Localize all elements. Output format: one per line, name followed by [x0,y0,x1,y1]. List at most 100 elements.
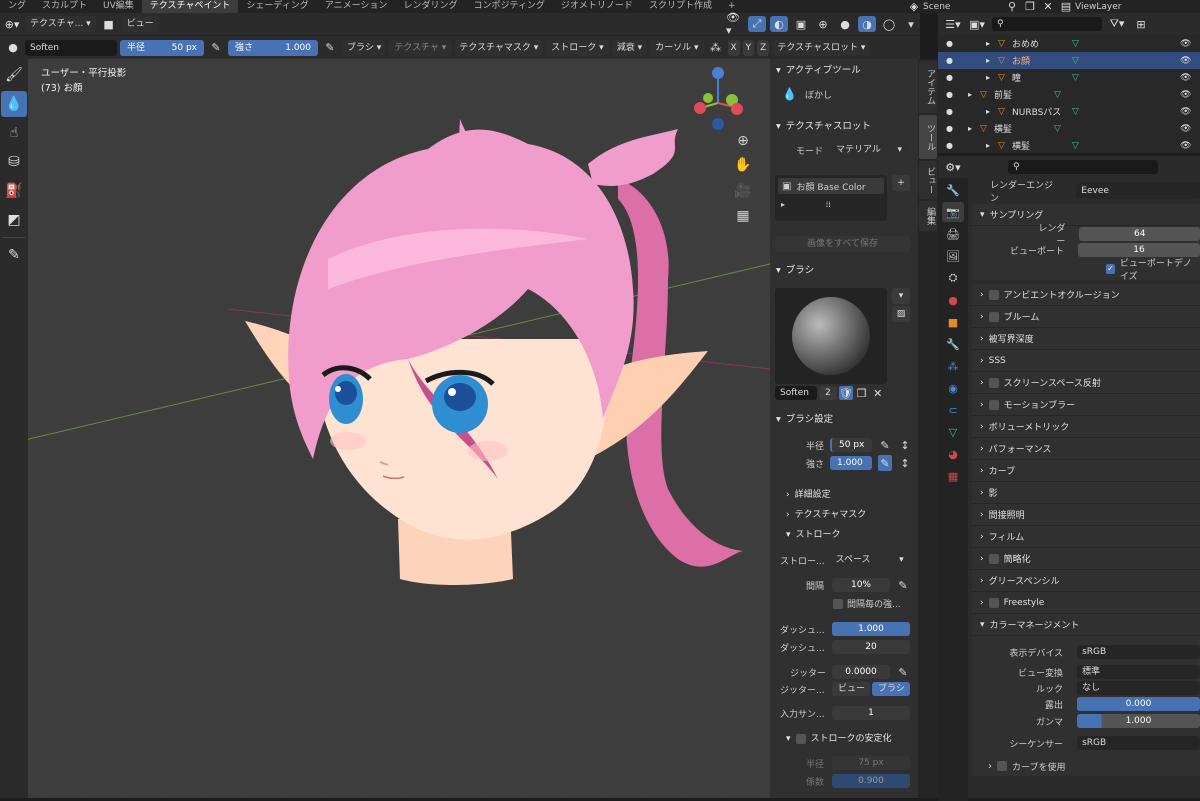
strength-slider[interactable]: 強さ 1.000 [228,39,318,56]
overlay-icon[interactable]: ◐ [770,16,788,32]
strength-pressure-icon[interactable]: ✎ [321,40,339,56]
property-section-header[interactable]: › アンビエントオクルージョン [972,284,1200,306]
brush-browse-button[interactable]: ▾ [892,288,910,304]
texture-slots-header[interactable]: ▾ テクスチャスロット [770,115,918,139]
brush-preview[interactable] [775,288,887,384]
object-props-icon[interactable]: ■ [942,312,964,332]
brush-name-panel[interactable]: Soften [775,386,817,400]
expand-arrow-icon[interactable]: ▸ [986,141,990,150]
save-all-images-button[interactable]: 画像をすべて保存 [775,236,910,252]
outliner-search[interactable]: ⚲ [992,17,1102,31]
texture-slot-list[interactable]: ▣ お顔 Base Color ▸ ⁞⁞ [775,175,887,221]
section-checkbox[interactable] [988,399,999,410]
brush-image-button[interactable]: ▨ [892,306,910,322]
spacing-pressure-icon[interactable]: ✎ [896,577,910,593]
color-management-header[interactable]: ▾ カラーマネージメント [972,614,1200,636]
properties-type-icon[interactable]: ⚙▾ [944,159,962,175]
scene-props-icon[interactable]: ⛭ [942,268,964,288]
strength-unit-icon[interactable]: ↕ [898,455,912,471]
workspace-tab[interactable]: ジオメトリノード [553,0,641,13]
property-section-header[interactable]: › SSS [972,350,1200,372]
mode-dropdown[interactable]: テクスチャ... ▾ [25,16,96,32]
radius-pressure-panel-icon[interactable]: ✎ [878,437,892,453]
material-props-icon[interactable]: ◕ [942,444,964,464]
mode-dropdown-panel[interactable]: マテリアル ▾ [831,142,908,158]
camera-icon[interactable]: 🎥 [732,183,754,205]
jitter-pressure-icon[interactable]: ✎ [896,664,910,680]
section-checkbox[interactable] [988,597,999,608]
constraints-props-icon[interactable]: ⊂ [942,400,964,420]
eye-icon[interactable]: 👁 [1180,73,1191,83]
view-menu[interactable]: ビュー [121,16,159,32]
stroke-method-dropdown[interactable]: スペース ▾ [830,553,909,567]
expand-arrow-icon[interactable]: ▸ [986,39,990,48]
view-layer-props-icon[interactable]: 🖼 [942,246,964,266]
visibility-icon[interactable]: 👁▾ [726,11,744,37]
axis-z-button[interactable]: Z [757,39,770,56]
navigation-gizmo[interactable] [686,67,746,137]
workspace-tab[interactable]: シェーディング [238,0,316,13]
outliner-row[interactable]: ● ▸ ▽ 瞳 ▽ 👁 [938,69,1200,86]
eye-icon[interactable]: 👁 [1180,56,1191,66]
eye-icon[interactable]: 👁 [1180,141,1191,151]
xray-icon[interactable]: ▣ [792,16,810,32]
tab-view[interactable]: ビュー [919,161,937,199]
workspace-tab[interactable]: UV編集 [95,0,142,13]
brush-users[interactable]: 2 [819,386,837,400]
fill-tool-icon[interactable]: ⛽ [1,178,27,204]
particles-props-icon[interactable]: ⁂ [942,356,964,376]
workspace-tab[interactable]: コンポジティング [465,0,552,13]
section-checkbox[interactable] [988,553,999,564]
properties-search[interactable]: ⚲ [1008,160,1158,174]
property-section-header[interactable]: › Freestyle [972,592,1200,614]
expand-arrow-icon[interactable]: ▸ [986,107,990,116]
filter-icon[interactable]: ⛛▾ [1108,16,1126,32]
rendered-shading-icon[interactable]: ◯ [880,16,898,32]
radius-slider[interactable]: 半径 50 px [120,39,204,56]
texture-slot-menu[interactable]: テクスチャスロット ▾ [772,39,871,56]
section-checkbox[interactable] [988,311,999,322]
outliner-row[interactable]: ● ▸ ▽ 前髪 ▽ 👁 [938,86,1200,103]
expand-arrow-icon[interactable]: ▸ [986,73,990,82]
eye-icon[interactable]: 👁 [1180,39,1191,49]
tab-edit[interactable]: 編集 [919,201,937,231]
duplicate-icon[interactable]: ❐ [855,385,869,401]
tool-props-icon[interactable]: 🔧 [942,180,964,200]
render-samples-field[interactable]: 64 [1079,227,1200,241]
clone-tool-icon[interactable]: ⛁ [1,149,27,175]
wireframe-shading-icon[interactable]: ⊕ [814,16,832,32]
stroke-header[interactable]: ▾ ストローク [780,523,841,547]
jitter-field[interactable]: 0.0000 [832,665,890,679]
mask-tool-icon[interactable]: ◩ [1,207,27,233]
ortho-grid-icon[interactable]: ▦ [732,208,754,230]
property-section-header[interactable]: › ボリューメトリック [972,416,1200,438]
view-transform-dropdown[interactable]: 標準 [1077,665,1200,679]
stabilize-checkbox[interactable] [795,734,806,744]
workspace-tab[interactable]: アニメーション [317,0,396,13]
outliner-row[interactable]: ● ▸ ▽ 横髪 ▽ 👁 [938,120,1200,137]
viewport-samples-field[interactable]: 16 [1078,243,1200,257]
modifier-props-icon[interactable]: 🔧 [942,334,964,354]
smear-tool-icon[interactable]: ☝ [1,120,27,146]
world-props-icon[interactable]: ● [942,290,964,310]
stab-factor-field[interactable]: 0.900 [832,774,910,788]
add-slot-button[interactable]: + [892,175,910,191]
render-engine-dropdown[interactable]: Eevee [1076,183,1200,199]
per-step-checkbox[interactable] [833,598,843,609]
annotate-tool-icon[interactable]: ✎ [1,242,27,268]
radius-field-panel[interactable]: 50 px [830,438,873,452]
spacing-field[interactable]: 10% [832,578,890,592]
strength-pressure-panel-icon[interactable]: ✎ [878,455,893,471]
outliner-row[interactable]: ● ▸ ▽ NURBSパス ▽ 👁 [938,103,1200,120]
editor-type-icon[interactable]: ⊕▾ [3,16,21,32]
texture-props-icon[interactable]: ▦ [942,466,964,486]
display-device-dropdown[interactable]: sRGB [1077,645,1200,659]
workspace-tab[interactable]: ング [0,0,34,13]
strength-field-panel[interactable]: 1.000 [830,456,873,470]
workspace-tab[interactable]: テクスチャペイント [141,0,239,13]
exposure-slider[interactable]: 0.000 [1076,697,1200,711]
soften-tool-icon[interactable]: 💧 [1,91,27,117]
new-collection-icon[interactable]: ⊞ [1132,16,1150,32]
jitter-brush-button[interactable]: ブラシ [872,682,910,696]
stroke-menu[interactable]: ストローク ▾ [546,39,609,56]
